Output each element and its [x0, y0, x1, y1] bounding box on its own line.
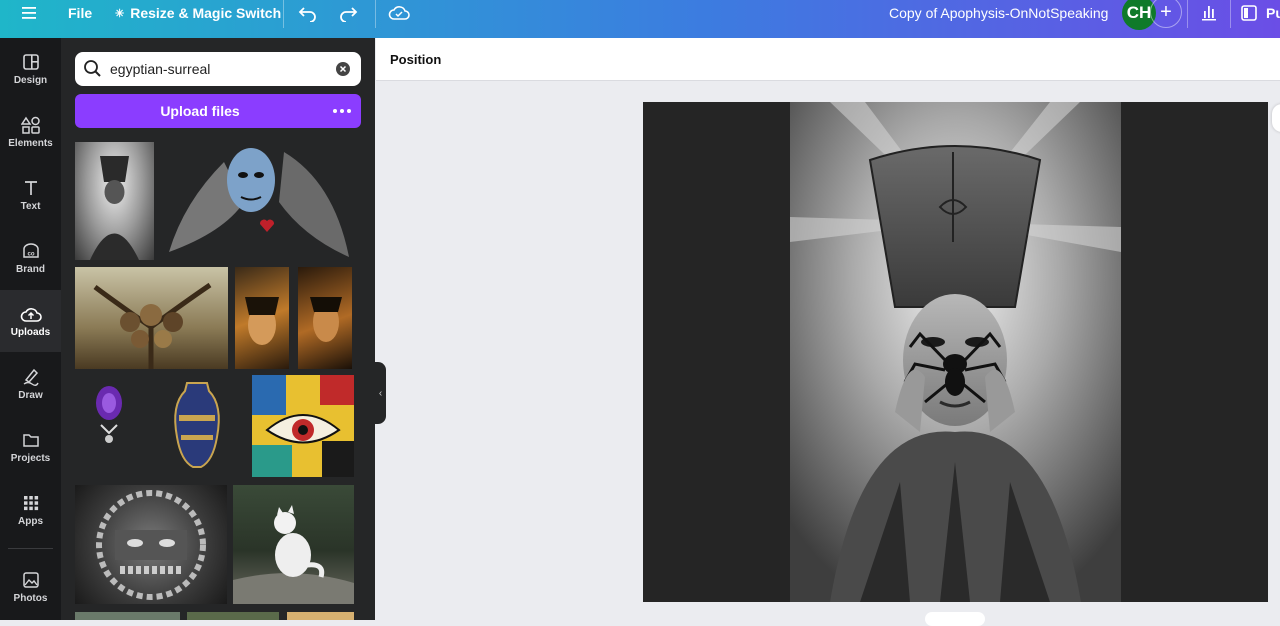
uploads-panel: egyptian-surreal Upload files — [61, 38, 375, 620]
toolbar-divider — [375, 0, 376, 28]
upload-thumbnail-purple-amulet[interactable] — [75, 375, 145, 475]
rail-label-text: Text — [20, 200, 41, 212]
hamburger-menu-icon[interactable] — [20, 0, 38, 26]
upload-thumbnail-painted-face[interactable] — [164, 142, 350, 260]
upload-thumbnail-pharaoh-queen[interactable] — [75, 142, 154, 260]
design-page[interactable] — [643, 102, 1268, 602]
redo-icon[interactable] — [338, 0, 358, 26]
apps-icon — [23, 495, 38, 510]
rail-item-elements[interactable]: Elements — [0, 101, 61, 163]
search-input[interactable]: egyptian-surreal — [75, 52, 361, 86]
rail-label-brand: Brand — [16, 263, 45, 275]
insights-chart-icon[interactable] — [1193, 0, 1225, 28]
toolbar-divider — [283, 0, 284, 28]
file-menu-button[interactable]: File — [68, 0, 92, 26]
upload-files-button[interactable]: Upload files — [75, 94, 361, 128]
document-title[interactable]: Copy of Apophysis-OnNotSpeaking — [889, 0, 1108, 26]
rail-label-uploads: Uploads — [10, 326, 51, 338]
rail-item-text[interactable]: Text — [0, 164, 61, 226]
canvas-artwork-image[interactable] — [790, 102, 1121, 602]
toolbar-divider — [1230, 0, 1231, 28]
rail-item-brand[interactable]: co Brand — [0, 227, 61, 289]
upload-thumbnail-partial-3[interactable] — [287, 612, 354, 620]
brand-icon: co — [22, 242, 39, 258]
search-value: egyptian-surreal — [110, 61, 211, 77]
search-icon — [84, 60, 101, 77]
top-bar: File ✳ Resize & Magic Switch Copy of Apo… — [0, 0, 1280, 38]
resize-magic-switch-button[interactable]: ✳ Resize & Magic Switch — [115, 0, 281, 26]
magic-sparkle-icon: ✳ — [115, 7, 125, 20]
undo-icon[interactable] — [298, 0, 318, 26]
rail-item-photos[interactable]: Photos — [0, 556, 61, 618]
upload-files-label: Upload files — [160, 103, 240, 119]
upload-thumbnail-surreal-face-mosaic[interactable] — [75, 485, 227, 604]
rail-label-design: Design — [13, 74, 48, 86]
text-icon — [24, 180, 37, 195]
upload-thumbnail-partial-2[interactable] — [187, 612, 279, 620]
more-options-icon[interactable] — [331, 103, 353, 119]
rail-item-draw[interactable]: Draw — [0, 353, 61, 415]
canvas-side-control[interactable] — [1272, 104, 1280, 132]
publish-button[interactable]: Pu — [1240, 0, 1280, 26]
plus-icon: + — [1160, 1, 1172, 23]
upload-thumbnail-egyptian-queen-1[interactable] — [235, 267, 289, 369]
rail-item-uploads[interactable]: Uploads — [0, 290, 61, 352]
design-icon — [22, 53, 39, 70]
publish-label: Pu — [1266, 5, 1280, 21]
rail-label-apps: Apps — [18, 515, 43, 527]
side-rail: Design Elements Text co Brand Uploads Dr… — [0, 38, 61, 620]
upload-thumbnail-animal-tree[interactable] — [75, 267, 228, 369]
rail-item-design[interactable]: Design — [0, 38, 61, 100]
rail-label-photos: Photos — [13, 592, 48, 604]
rail-label-projects: Projects — [10, 452, 51, 464]
add-collaborator-button[interactable]: + — [1150, 0, 1182, 28]
upload-thumbnail-white-cat[interactable] — [233, 485, 354, 604]
rail-label-elements: Elements — [8, 137, 53, 149]
upload-thumbnail-egyptian-queen-2[interactable] — [298, 267, 352, 369]
upload-thumbnail-partial-1[interactable] — [75, 612, 180, 620]
rail-label-draw: Draw — [18, 389, 43, 401]
photos-icon — [22, 571, 39, 588]
collapse-panel-handle[interactable]: ‹ — [375, 362, 386, 424]
rail-item-apps[interactable]: Apps — [0, 479, 61, 541]
rail-divider — [8, 548, 53, 549]
rail-item-projects[interactable]: Projects — [0, 416, 61, 478]
page-toggle-pill[interactable] — [925, 612, 985, 626]
resize-label: Resize & Magic Switch — [130, 5, 282, 21]
draw-icon — [23, 368, 39, 386]
present-icon — [1241, 5, 1257, 21]
context-toolbar: Position — [376, 38, 1280, 81]
chevron-left-icon: ‹ — [378, 387, 383, 399]
position-button[interactable]: Position — [390, 52, 441, 67]
elements-icon — [20, 116, 40, 134]
cloud-save-icon[interactable] — [388, 0, 410, 26]
upload-thumbnail-vase[interactable] — [157, 375, 237, 475]
uploads-icon — [20, 307, 42, 322]
projects-icon — [22, 433, 39, 447]
upload-thumbnail-cubist-eye[interactable] — [252, 375, 354, 477]
clear-search-icon[interactable] — [335, 61, 351, 77]
svg-text:co: co — [27, 251, 34, 257]
toolbar-divider — [1187, 0, 1188, 28]
